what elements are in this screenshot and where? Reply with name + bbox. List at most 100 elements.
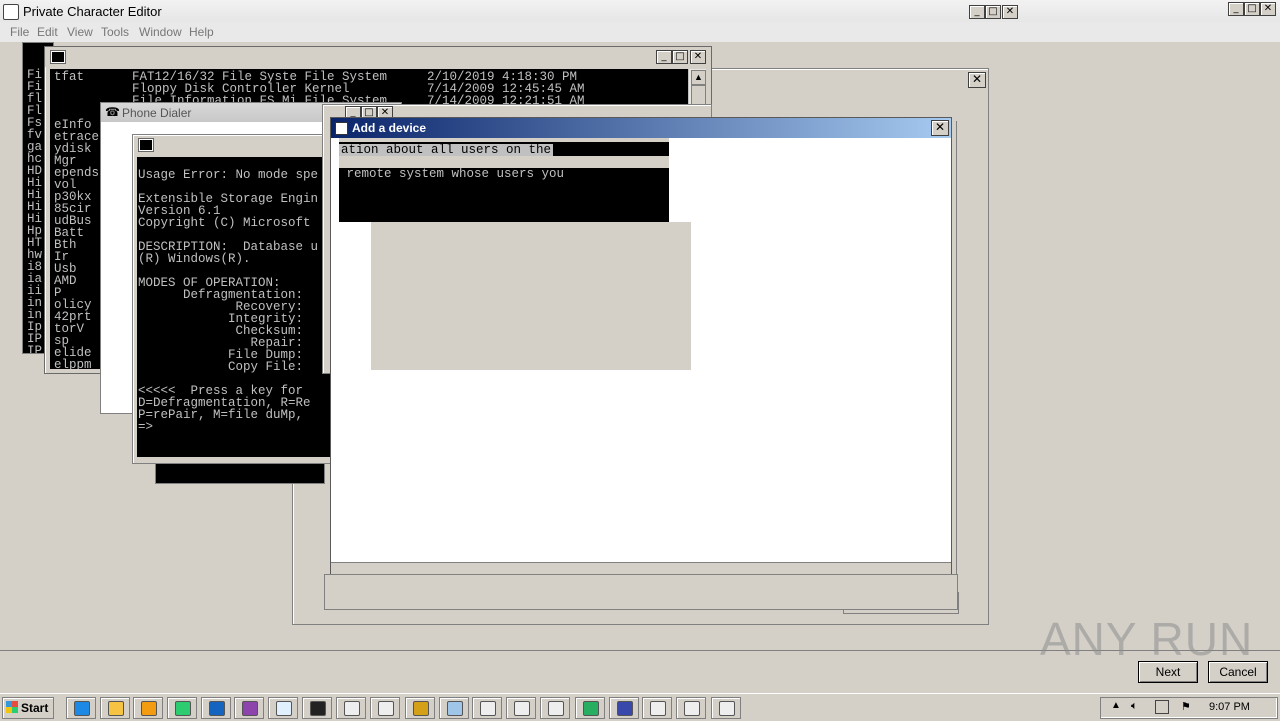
menu-edit[interactable]: Edit (37, 25, 58, 39)
volume-icon[interactable]: 🔈︎ (1131, 700, 1138, 713)
esent-line: Copy File: (138, 360, 304, 374)
file-console-close[interactable]: ✕ (690, 50, 706, 64)
add-device-icon (335, 122, 348, 135)
background-dialog-inner (956, 121, 980, 594)
menu-help[interactable]: Help (189, 25, 214, 39)
file-name-column: tfat eInfo etrace ydisk Mgr epends vol p30kx 85c… (54, 71, 99, 369)
esent-line: (R) Windows(R). (138, 252, 251, 266)
taskbar-ie-button[interactable] (66, 697, 96, 719)
cmd-icon (310, 701, 326, 716)
add-device-close[interactable]: ✕ (931, 120, 949, 136)
console-icon (480, 701, 496, 716)
taskbar-notepad-button[interactable] (268, 697, 298, 719)
ie-icon (74, 701, 90, 716)
menu-view[interactable]: View (67, 25, 93, 39)
menu-tools[interactable]: Tools (101, 25, 129, 39)
app-icon (3, 4, 19, 20)
overlap-gray-strip (339, 138, 669, 142)
clock[interactable]: 9:07 PM (1209, 701, 1250, 713)
close-button-outer[interactable]: ✕ (1260, 2, 1276, 16)
add-device-frame (324, 574, 958, 610)
esent-line: P=rePair, M=file duMp, (138, 408, 304, 422)
maximize-button[interactable]: □ (985, 5, 1001, 19)
esent-output: Usage Error: No mode spe Extensible Stora… (138, 168, 319, 434)
add-device-overlap-console: ation about all users on the remote syst… (339, 138, 669, 222)
file-console-titlebar: _ □ ✕ (45, 47, 711, 67)
console-icon (548, 701, 564, 716)
file-console-maximize[interactable]: □ (672, 50, 688, 64)
menu-file[interactable]: File (10, 25, 29, 39)
taskbar-app-button[interactable] (575, 697, 605, 719)
file-name: tfat (54, 70, 85, 84)
taskbar-paint-button[interactable] (405, 697, 435, 719)
restore-button-outer[interactable]: □ (1244, 2, 1260, 16)
taskbar-calc-button[interactable] (439, 697, 469, 719)
console-icon (378, 701, 394, 716)
add-device-titlebar: Add a device ✕ (331, 118, 951, 138)
taskbar-media-button[interactable] (133, 697, 163, 719)
taskbar-app-button[interactable] (609, 697, 639, 719)
overlap-line-1: ation about all users on the (339, 143, 554, 157)
taskbar-console-button[interactable] (370, 697, 400, 719)
file-console-minimize[interactable]: _ (656, 50, 672, 64)
scroll-up-arrow-icon[interactable]: ▲ (691, 70, 706, 85)
taskbar-console-button[interactable] (676, 697, 706, 719)
console-icon (514, 701, 530, 716)
console-icon (650, 701, 666, 716)
taskbar: Start ▲ 🔈︎ ⚑ 9:07 PM (0, 693, 1280, 721)
menu-window[interactable]: Window (139, 25, 182, 39)
start-button[interactable]: Start (2, 697, 54, 719)
app-title-bar: Private Character Editor _ □ ✕ _ □ ✕ (0, 0, 1280, 22)
add-device-window: Add a device ✕ ation about all users on … (330, 117, 952, 576)
watermark: ANY RUN (1040, 612, 1253, 666)
overlap-gray-panel (371, 222, 691, 370)
file-name (54, 95, 99, 107)
taskbar-explorer-button[interactable] (100, 697, 130, 719)
tray-arrow-icon[interactable]: ▲ (1111, 700, 1121, 711)
file-name: elppm (54, 358, 92, 369)
esent-console-titlebar (133, 135, 333, 155)
minimize-button[interactable]: _ (969, 5, 985, 19)
taskbar-console-button[interactable] (642, 697, 672, 719)
paint-icon (413, 701, 429, 716)
system-tray: ▲ 🔈︎ ⚑ 9:07 PM (1100, 697, 1278, 719)
network-icon[interactable] (1155, 700, 1169, 714)
menu-bar: File Edit View Tools Window Help (0, 22, 1280, 42)
watermark-text: ANY RUN (1040, 613, 1254, 665)
phone-icon: ☎ (105, 105, 120, 119)
esent-line: => (138, 420, 154, 434)
taskbar-chrome-button[interactable] (167, 697, 197, 719)
edge-icon (209, 701, 225, 716)
taskbar-console-button[interactable] (711, 697, 741, 719)
phone-dialer-title: Phone Dialer (122, 106, 192, 120)
taskbar-winrar-button[interactable] (234, 697, 264, 719)
taskbar-console-button[interactable] (506, 697, 536, 719)
explorer-icon (108, 701, 124, 716)
minimize-button-outer[interactable]: _ (1228, 2, 1244, 16)
taskbar-console-button[interactable] (472, 697, 502, 719)
taskbar-edge-button[interactable] (201, 697, 231, 719)
overlap-gray-strip-2 (339, 156, 669, 168)
background-dialog-close[interactable]: ✕ (968, 72, 986, 88)
winrar-icon (242, 701, 258, 716)
console-icon (684, 701, 700, 716)
console-icon (139, 139, 153, 151)
app-icon (617, 701, 633, 716)
console-icon (51, 51, 65, 63)
app-title: Private Character Editor (23, 4, 162, 19)
esent-line: Copyright (C) Microsoft (138, 216, 311, 230)
calc-icon (447, 701, 463, 716)
add-device-title: Add a device (352, 121, 427, 135)
media-icon (141, 701, 157, 716)
taskbar-cmd-button[interactable] (302, 697, 332, 719)
flag-icon[interactable]: ⚑ (1181, 700, 1191, 713)
console-icon (344, 701, 360, 716)
esent-console-body: Usage Error: No mode spe Extensible Stora… (137, 157, 333, 457)
taskbar-console-button[interactable] (336, 697, 366, 719)
esent-line: Usage Error: No mode spe (138, 168, 319, 182)
close-button[interactable]: ✕ (1002, 5, 1018, 19)
notepad-icon (276, 701, 292, 716)
app-icon (583, 701, 599, 716)
taskbar-console-button[interactable] (540, 697, 570, 719)
console-icon (719, 701, 735, 716)
